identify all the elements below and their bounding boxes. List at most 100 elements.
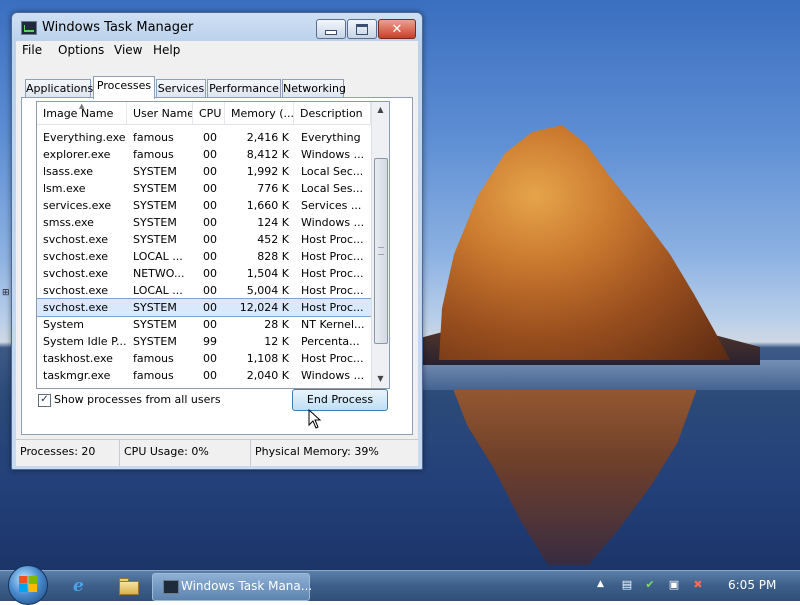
folder-body xyxy=(119,581,139,595)
cell-memory: 124 K xyxy=(257,216,289,229)
cell-user-name: SYSTEM xyxy=(133,165,177,178)
maximize-icon xyxy=(356,23,368,35)
cell-user-name: LOCAL ... xyxy=(133,284,183,297)
col-image-name[interactable]: ▲ Image Name xyxy=(37,102,127,124)
network-icon[interactable]: ▣ xyxy=(667,578,681,592)
cell-description: NT Kernel... xyxy=(301,318,365,331)
close-button[interactable]: ✕ xyxy=(378,19,416,39)
table-row[interactable]: svchost.exe SYSTEM 00 12,024 K Host Proc... xyxy=(37,298,372,317)
cell-memory: 2,040 K xyxy=(246,369,289,382)
status-bar: Processes: 20 CPU Usage: 0% Physical Mem… xyxy=(16,439,418,466)
document-tray-icon[interactable]: ▤ xyxy=(620,578,634,592)
minimize-button[interactable] xyxy=(316,19,346,39)
cell-memory: 8,412 K xyxy=(246,148,289,161)
windows-logo-lower xyxy=(19,584,37,592)
cell-image-name: smss.exe xyxy=(43,216,94,229)
maximize-button[interactable] xyxy=(347,19,377,39)
tab-applications[interactable]: Applications xyxy=(25,79,93,98)
status-memory: Physical Memory: 39% xyxy=(255,445,379,458)
menu-file[interactable]: File xyxy=(22,43,42,57)
cell-cpu: 00 xyxy=(203,199,217,212)
table-row[interactable]: taskhost.exe famous 00 1,108 K Host Proc... xyxy=(37,350,371,367)
cell-image-name: Everything.exe xyxy=(43,131,126,144)
start-button[interactable] xyxy=(8,565,48,605)
cell-user-name: SYSTEM xyxy=(133,182,177,195)
cell-user-name: famous xyxy=(133,148,174,161)
scroll-thumb[interactable] xyxy=(374,158,388,344)
process-list[interactable]: ▲ Image Name User Name CPU Memory (... D… xyxy=(36,101,390,389)
cell-cpu: 00 xyxy=(203,267,217,280)
minimize-icon xyxy=(325,29,337,35)
cell-description: Local Ses... xyxy=(301,182,363,195)
menu-view[interactable]: View xyxy=(114,43,142,57)
clock[interactable]: 6:05 PM xyxy=(728,578,776,592)
table-row[interactable]: services.exe SYSTEM 00 1,660 K Services ... xyxy=(37,197,371,214)
cell-cpu: 00 xyxy=(203,352,217,365)
table-row[interactable]: svchost.exe SYSTEM 00 452 K Host Proc... xyxy=(37,231,371,248)
cell-user-name: famous xyxy=(133,131,174,144)
cell-image-name: services.exe xyxy=(43,199,112,212)
cell-cpu: 00 xyxy=(203,284,217,297)
table-row[interactable]: taskmgr.exe famous 00 2,040 K Windows ... xyxy=(37,367,371,384)
col-user-name-label: User Name xyxy=(133,107,193,120)
vertical-scrollbar[interactable]: ▲ ▼ xyxy=(371,102,389,388)
end-process-button[interactable]: End Process xyxy=(292,389,388,411)
show-hidden-icons-icon[interactable]: ▲ xyxy=(597,579,604,589)
menu-help[interactable]: Help xyxy=(153,43,180,57)
scroll-down-icon[interactable]: ▼ xyxy=(372,371,389,387)
show-all-users-checkbox[interactable]: ✓ xyxy=(38,394,51,407)
cell-user-name: SYSTEM xyxy=(133,318,177,331)
cell-image-name: System Idle P... xyxy=(43,335,127,348)
cell-image-name: lsm.exe xyxy=(43,182,86,195)
cell-memory: 1,992 K xyxy=(246,165,289,178)
col-user-name[interactable]: User Name xyxy=(127,102,193,124)
cell-user-name: SYSTEM xyxy=(133,335,177,348)
action-center-icon[interactable]: ✔ xyxy=(643,578,657,592)
table-row[interactable]: Everything.exe famous 00 2,416 K Everything xyxy=(37,129,371,146)
title-bar[interactable]: Windows Task Manager ✕ xyxy=(12,13,422,41)
rock-reflection xyxy=(453,390,697,565)
table-row[interactable]: System SYSTEM 00 28 K NT Kernel... xyxy=(37,316,371,333)
volume-muted-icon[interactable]: ✖ xyxy=(691,578,705,592)
col-memory[interactable]: Memory (... xyxy=(225,102,294,124)
ie-glyph: e xyxy=(73,576,84,596)
table-row[interactable]: svchost.exe NETWO... 00 1,504 K Host Proc... xyxy=(37,265,371,282)
cell-user-name: SYSTEM xyxy=(133,233,177,246)
cell-description: Host Proc... xyxy=(301,233,364,246)
tab-processes[interactable]: Processes xyxy=(93,76,155,99)
table-row[interactable]: System Idle P... SYSTEM 99 12 K Percenta... xyxy=(37,333,371,350)
cell-cpu: 00 xyxy=(203,216,217,229)
col-cpu-label: CPU xyxy=(199,107,222,120)
cell-image-name: taskhost.exe xyxy=(43,352,113,365)
table-row[interactable]: svchost.exe LOCAL ... 00 5,004 K Host Proc..… xyxy=(37,282,371,299)
cell-cpu: 00 xyxy=(203,182,217,195)
show-all-users-label[interactable]: Show processes from all users xyxy=(54,393,221,406)
col-description[interactable]: Description xyxy=(294,102,371,124)
tab-performance[interactable]: Performance xyxy=(207,79,281,98)
cell-description: Host Proc... xyxy=(301,301,364,314)
folder-icon[interactable] xyxy=(117,576,139,596)
taskbar-task-manager-button[interactable]: Windows Task Mana... xyxy=(152,573,313,601)
cell-memory: 776 K xyxy=(257,182,289,195)
cell-image-name: svchost.exe xyxy=(43,267,109,280)
taskbar-task-label: Windows Task Mana... xyxy=(181,579,313,593)
table-row[interactable]: explorer.exe famous 00 8,412 K Windows ... xyxy=(37,146,371,163)
cell-memory: 2,416 K xyxy=(246,131,289,144)
cell-memory: 12,024 K xyxy=(239,301,289,314)
internet-explorer-icon[interactable]: e xyxy=(70,576,92,596)
scroll-up-icon[interactable]: ▲ xyxy=(372,102,389,118)
cell-description: Windows ... xyxy=(301,148,365,161)
cell-image-name: svchost.exe xyxy=(43,250,109,263)
tab-networking[interactable]: Networking xyxy=(282,79,346,98)
col-memory-label: Memory (... xyxy=(231,107,294,120)
task-manager-icon xyxy=(163,580,179,594)
table-row[interactable]: svchost.exe LOCAL ... 00 828 K Host Proc... xyxy=(37,248,371,265)
col-cpu[interactable]: CPU xyxy=(193,102,225,124)
table-row[interactable]: lsass.exe SYSTEM 00 1,992 K Local Sec... xyxy=(37,163,371,180)
table-row[interactable]: smss.exe SYSTEM 00 124 K Windows ... xyxy=(37,214,371,231)
tab-services[interactable]: Services xyxy=(156,79,206,98)
cell-cpu: 00 xyxy=(203,148,217,161)
cell-image-name: svchost.exe xyxy=(43,233,109,246)
menu-options[interactable]: Options xyxy=(58,43,104,57)
table-row[interactable]: lsm.exe SYSTEM 00 776 K Local Ses... xyxy=(37,180,371,197)
